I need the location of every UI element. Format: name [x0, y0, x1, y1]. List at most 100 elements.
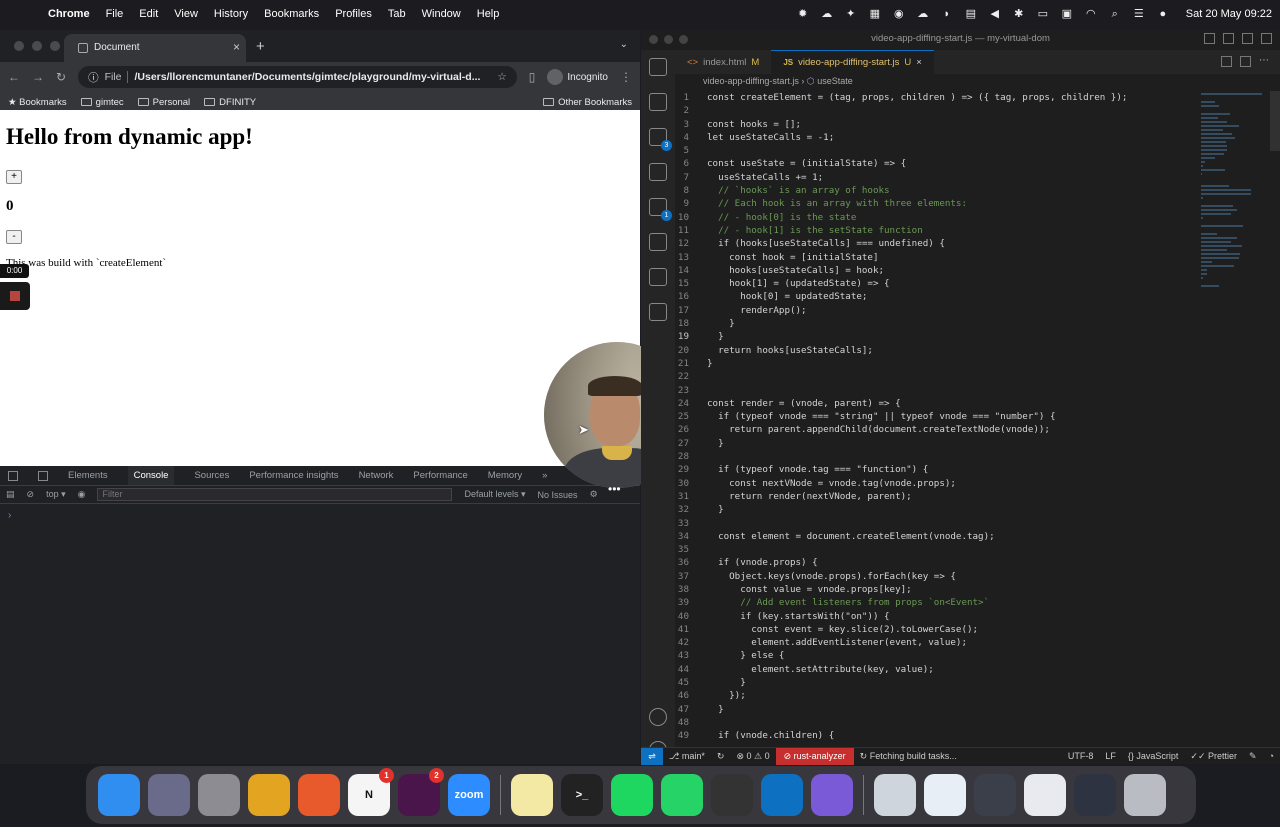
dock-screens-thumb-icon[interactable]: [974, 774, 1016, 816]
minimize-window-button[interactable]: [32, 41, 42, 51]
dock-system-settings-icon[interactable]: [198, 774, 240, 816]
code-line[interactable]: 4 let useStateCalls = -1;: [675, 131, 1195, 144]
incognito-profile[interactable]: Incognito: [547, 69, 608, 85]
menu-tab[interactable]: Tab: [380, 8, 414, 20]
webcam-more-icon[interactable]: •••: [608, 482, 621, 496]
close-tab-icon[interactable]: ×: [233, 40, 240, 54]
menu-window[interactable]: Window: [414, 8, 469, 20]
dock-trash-icon[interactable]: [1124, 774, 1166, 816]
code-line[interactable]: 33: [675, 517, 1195, 530]
cloud-icon[interactable]: ☁: [820, 7, 834, 21]
menu-app-name[interactable]: Chrome: [40, 8, 98, 20]
record-icon[interactable]: ◉: [892, 7, 906, 21]
side-panel-icon[interactable]: ▯: [529, 70, 536, 84]
minimize-window-button[interactable]: [664, 35, 673, 44]
dock-zoom-icon[interactable]: zoom: [448, 774, 490, 816]
code-line[interactable]: 19 }: [675, 330, 1195, 343]
bookmark-gimtec[interactable]: gimtec: [80, 97, 124, 108]
code-line[interactable]: 18 }: [675, 317, 1195, 330]
code-editor[interactable]: 1 const createElement = (tag, props, chil…: [675, 91, 1195, 743]
code-line[interactable]: 31 return render(nextVNode, parent);: [675, 490, 1195, 503]
code-line[interactable]: 29 if (typeof vnode.tag === "function") …: [675, 463, 1195, 476]
source-control-icon[interactable]: [649, 128, 672, 151]
issues-indicator[interactable]: No Issues: [538, 490, 578, 500]
code-line[interactable]: 35: [675, 543, 1195, 556]
customize-layout-icon[interactable]: [1261, 33, 1272, 44]
dock-vscode-icon[interactable]: [761, 774, 803, 816]
stop-recording-button[interactable]: [0, 282, 30, 310]
dock-vscode-insiders-icon[interactable]: [811, 774, 853, 816]
tab-sources[interactable]: Sources: [194, 470, 229, 481]
extensions-icon[interactable]: [649, 198, 672, 221]
prettier-indicator[interactable]: ✓✓ Prettier: [1184, 751, 1243, 762]
code-line[interactable]: 49 if (vnode.children) {: [675, 729, 1195, 742]
zoom-window-button[interactable]: [50, 41, 60, 51]
code-line[interactable]: 41 const event = key.slice(2).toLowerCas…: [675, 623, 1195, 636]
code-line[interactable]: 48: [675, 716, 1195, 729]
dock-finder-icon[interactable]: [98, 774, 140, 816]
console-prompt[interactable]: ›: [0, 504, 640, 527]
increment-button[interactable]: +: [6, 170, 22, 184]
dock-notes-icon[interactable]: [511, 774, 553, 816]
code-line[interactable]: 43 } else {: [675, 649, 1195, 662]
eye-icon[interactable]: ◉: [78, 489, 86, 500]
code-line[interactable]: 8 // `hooks` is an array of hooks: [675, 184, 1195, 197]
branch-indicator[interactable]: ⎇ main*: [663, 751, 711, 762]
pen-icon[interactable]: ◗: [940, 7, 954, 21]
sync-icon[interactable]: ↻: [711, 751, 731, 762]
code-line[interactable]: 40 if (key.startsWith("on")) {: [675, 610, 1195, 623]
code-line[interactable]: 23: [675, 384, 1195, 397]
more-actions-icon[interactable]: ⋯: [1259, 56, 1270, 67]
new-tab-icon[interactable]: +: [256, 38, 265, 55]
code-line[interactable]: 21}: [675, 357, 1195, 370]
remote-explorer-icon[interactable]: [649, 233, 667, 251]
cloud-upload-icon[interactable]: ☁: [916, 7, 930, 21]
docker-icon[interactable]: [649, 268, 667, 286]
tab-performance[interactable]: Performance: [413, 470, 467, 481]
menu-bookmarks[interactable]: Bookmarks: [256, 8, 327, 20]
bluetooth-icon[interactable]: ✱: [1012, 7, 1026, 21]
code-line[interactable]: 6 const useState = (initialState) => {: [675, 157, 1195, 170]
tab-video-app-diffing-start[interactable]: JS video-app-diffing-start.js U ×: [771, 50, 934, 74]
code-line[interactable]: 42 element.addEventListener(event, value…: [675, 636, 1195, 649]
dock-document-thumb-icon[interactable]: [924, 774, 966, 816]
minimap[interactable]: [1201, 91, 1271, 287]
log-levels-select[interactable]: Default levels ▾: [464, 489, 525, 500]
remote-indicator-icon[interactable]: ⇌: [641, 747, 663, 765]
sidebar-toggle-icon[interactable]: ▤: [6, 489, 15, 500]
code-line[interactable]: 5: [675, 144, 1195, 157]
context-select[interactable]: top ▾: [46, 489, 66, 500]
search-icon[interactable]: [649, 93, 667, 111]
info-icon[interactable]: ⓘ: [88, 70, 99, 85]
code-line[interactable]: 3 const hooks = [];: [675, 118, 1195, 131]
chevron-down-icon[interactable]: ⌄: [620, 39, 628, 50]
code-line[interactable]: 44 element.setAttribute(key, value);: [675, 663, 1195, 676]
code-line[interactable]: 38 const value = vnode.props[key];: [675, 583, 1195, 596]
calendar-icon[interactable]: ▦: [868, 7, 882, 21]
code-line[interactable]: 9 // Each hook is an array with three el…: [675, 197, 1195, 210]
dock-firefox-icon[interactable]: [298, 774, 340, 816]
account-icon[interactable]: [649, 708, 667, 726]
dock-window-thumb-icon[interactable]: [1074, 774, 1116, 816]
explorer-icon[interactable]: [649, 58, 667, 76]
close-window-button[interactable]: [14, 41, 24, 51]
bird-icon[interactable]: ✦: [844, 7, 858, 21]
decrement-button[interactable]: -: [6, 230, 22, 244]
code-line[interactable]: 30 const nextVNode = vnode.tag(vnode.pro…: [675, 477, 1195, 490]
wifi-icon[interactable]: ◠: [1084, 7, 1098, 21]
tab-elements[interactable]: Elements: [68, 470, 108, 481]
forward-icon[interactable]: →: [32, 70, 44, 84]
menu-history[interactable]: History: [206, 8, 256, 20]
search-icon[interactable]: ⌕: [1108, 7, 1122, 21]
reload-icon[interactable]: ↻: [56, 70, 66, 84]
editor-scrollbar[interactable]: [1270, 91, 1280, 151]
code-line[interactable]: 22: [675, 370, 1195, 383]
console-settings-icon[interactable]: ⚙: [590, 489, 598, 500]
toggle-panel-icon[interactable]: [1223, 33, 1234, 44]
tab-performance-insights[interactable]: Performance insights: [249, 470, 338, 481]
browser-tab[interactable]: Document ×: [64, 34, 246, 62]
code-line[interactable]: 7 useStateCalls += 1;: [675, 171, 1195, 184]
git-graph-icon[interactable]: [649, 303, 667, 321]
address-bar[interactable]: ⓘ File /Users/llorencmuntaner/Documents/…: [78, 66, 517, 88]
tab-memory[interactable]: Memory: [488, 470, 522, 481]
